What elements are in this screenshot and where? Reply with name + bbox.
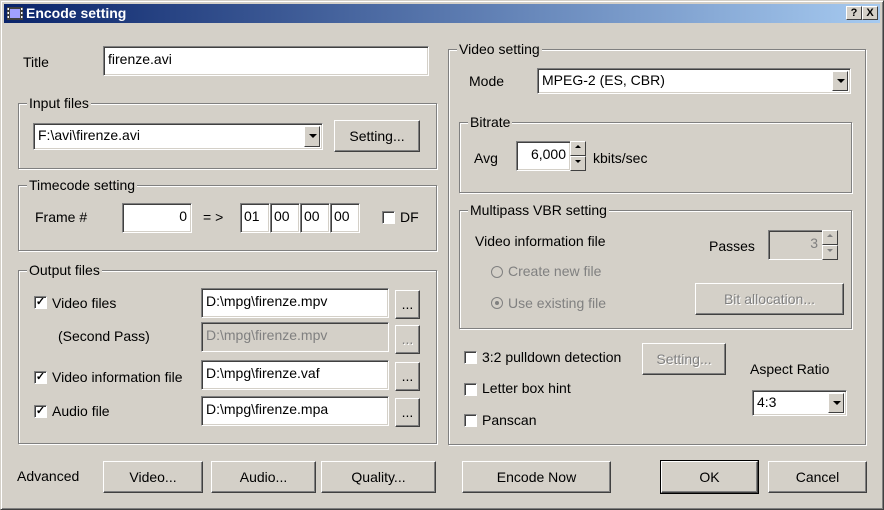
- video-info-browse-button[interactable]: ...: [395, 362, 420, 391]
- aspect-ratio-value: 4:3: [757, 394, 777, 410]
- second-pass-browse-button[interactable]: ...: [395, 325, 420, 354]
- chevron-down-icon[interactable]: [304, 126, 320, 147]
- frame-label: Frame #: [35, 209, 88, 225]
- pulldown-setting-button[interactable]: Setting...: [642, 343, 726, 375]
- bitrate-spinner[interactable]: [570, 141, 586, 171]
- advanced-quality-button[interactable]: Quality...: [321, 461, 436, 493]
- window-title: Encode setting: [26, 5, 127, 21]
- spin-up-icon[interactable]: [570, 141, 586, 156]
- video-files-checkbox[interactable]: ✓: [34, 296, 47, 309]
- advanced-label: Advanced: [17, 468, 80, 484]
- audio-file-label: Audio file: [52, 403, 110, 419]
- video-files-label: Video files: [52, 295, 117, 311]
- bitrate-avg-input[interactable]: 6,000: [516, 141, 571, 171]
- input-file-value: F:\avi\firenze.avi: [38, 127, 140, 143]
- avg-label: Avg: [474, 150, 498, 166]
- video-info-checkbox[interactable]: ✓: [34, 371, 47, 384]
- aspect-ratio-combo[interactable]: 4:3: [752, 390, 847, 416]
- title-label: Title: [23, 54, 49, 70]
- title-input[interactable]: firenze.avi: [103, 46, 429, 76]
- timecode-seconds-input[interactable]: 00: [300, 203, 330, 233]
- title-bar[interactable]: Encode setting ? X: [4, 4, 880, 23]
- audio-file-input[interactable]: D:\mpg\firenze.mpa: [201, 396, 389, 426]
- passes-label: Passes: [709, 238, 755, 254]
- use-existing-radio[interactable]: [491, 297, 503, 309]
- app-film-icon: [7, 7, 23, 20]
- second-pass-label: (Second Pass): [58, 328, 150, 344]
- passes-input[interactable]: 3: [768, 230, 823, 260]
- advanced-video-button[interactable]: Video...: [103, 461, 203, 493]
- letterbox-checkbox[interactable]: [464, 383, 477, 396]
- df-checkbox[interactable]: [382, 211, 395, 224]
- spin-down-icon[interactable]: [822, 245, 838, 260]
- timecode-minutes-input[interactable]: 00: [270, 203, 300, 233]
- input-file-combo[interactable]: F:\avi\firenze.avi: [33, 123, 323, 150]
- audio-file-checkbox[interactable]: ✓: [34, 405, 47, 418]
- spin-up-icon[interactable]: [822, 230, 838, 245]
- timecode-arrow: = >: [203, 209, 224, 225]
- bit-allocation-button[interactable]: Bit allocation...: [695, 283, 844, 315]
- timecode-frames-input[interactable]: 00: [330, 203, 360, 233]
- multipass-vinfo-label: Video information file: [475, 233, 606, 249]
- multipass-group-title: Multipass VBR setting: [468, 202, 609, 218]
- video-info-input[interactable]: D:\mpg\firenze.vaf: [201, 360, 389, 390]
- output-files-group-title: Output files: [27, 262, 102, 278]
- chevron-down-icon[interactable]: [828, 393, 844, 413]
- audio-browse-button[interactable]: ...: [395, 398, 420, 427]
- video-info-label: Video information file: [52, 369, 183, 385]
- video-browse-button[interactable]: ...: [395, 290, 420, 319]
- passes-spinner[interactable]: [822, 230, 838, 260]
- help-icon: ?: [850, 7, 858, 19]
- pulldown-label: 3:2 pulldown detection: [482, 349, 622, 365]
- mode-combo[interactable]: MPEG-2 (ES, CBR): [537, 68, 851, 94]
- video-setting-group-title: Video setting: [457, 41, 542, 57]
- bitrate-group-title: Bitrate: [468, 114, 513, 130]
- aspect-ratio-label: Aspect Ratio: [750, 361, 830, 377]
- letterbox-label: Letter box hint: [482, 380, 571, 396]
- panscan-checkbox[interactable]: [464, 414, 477, 427]
- encode-now-button[interactable]: Encode Now: [462, 461, 611, 493]
- bitrate-unit: kbits/sec: [593, 150, 648, 166]
- close-icon: X: [866, 7, 874, 19]
- frame-input[interactable]: 0: [122, 203, 192, 233]
- help-button[interactable]: ?: [846, 6, 862, 20]
- encode-setting-dialog: Encode setting ? X Title firenze.avi Inp…: [0, 0, 884, 510]
- ok-button[interactable]: OK: [660, 460, 759, 494]
- second-pass-input[interactable]: D:\mpg\firenze.mpv: [201, 322, 389, 352]
- close-button[interactable]: X: [862, 6, 878, 20]
- input-files-group-title: Input files: [27, 95, 91, 111]
- cancel-button[interactable]: Cancel: [768, 461, 867, 493]
- timecode-hours-input[interactable]: 01: [240, 203, 270, 233]
- advanced-audio-button[interactable]: Audio...: [211, 461, 316, 493]
- create-new-label: Create new file: [508, 263, 602, 279]
- input-setting-button[interactable]: Setting...: [334, 120, 420, 152]
- use-existing-label: Use existing file: [508, 295, 607, 311]
- spin-down-icon[interactable]: [570, 156, 586, 171]
- mode-label: Mode: [469, 73, 505, 89]
- panscan-label: Panscan: [482, 412, 537, 428]
- df-label: DF: [400, 209, 419, 225]
- mode-value: MPEG-2 (ES, CBR): [542, 72, 665, 88]
- chevron-down-icon[interactable]: [832, 71, 848, 91]
- timecode-group-title: Timecode setting: [27, 177, 138, 193]
- pulldown-checkbox[interactable]: [464, 351, 477, 364]
- create-new-radio[interactable]: [491, 266, 503, 278]
- video-file-input[interactable]: D:\mpg\firenze.mpv: [201, 288, 389, 318]
